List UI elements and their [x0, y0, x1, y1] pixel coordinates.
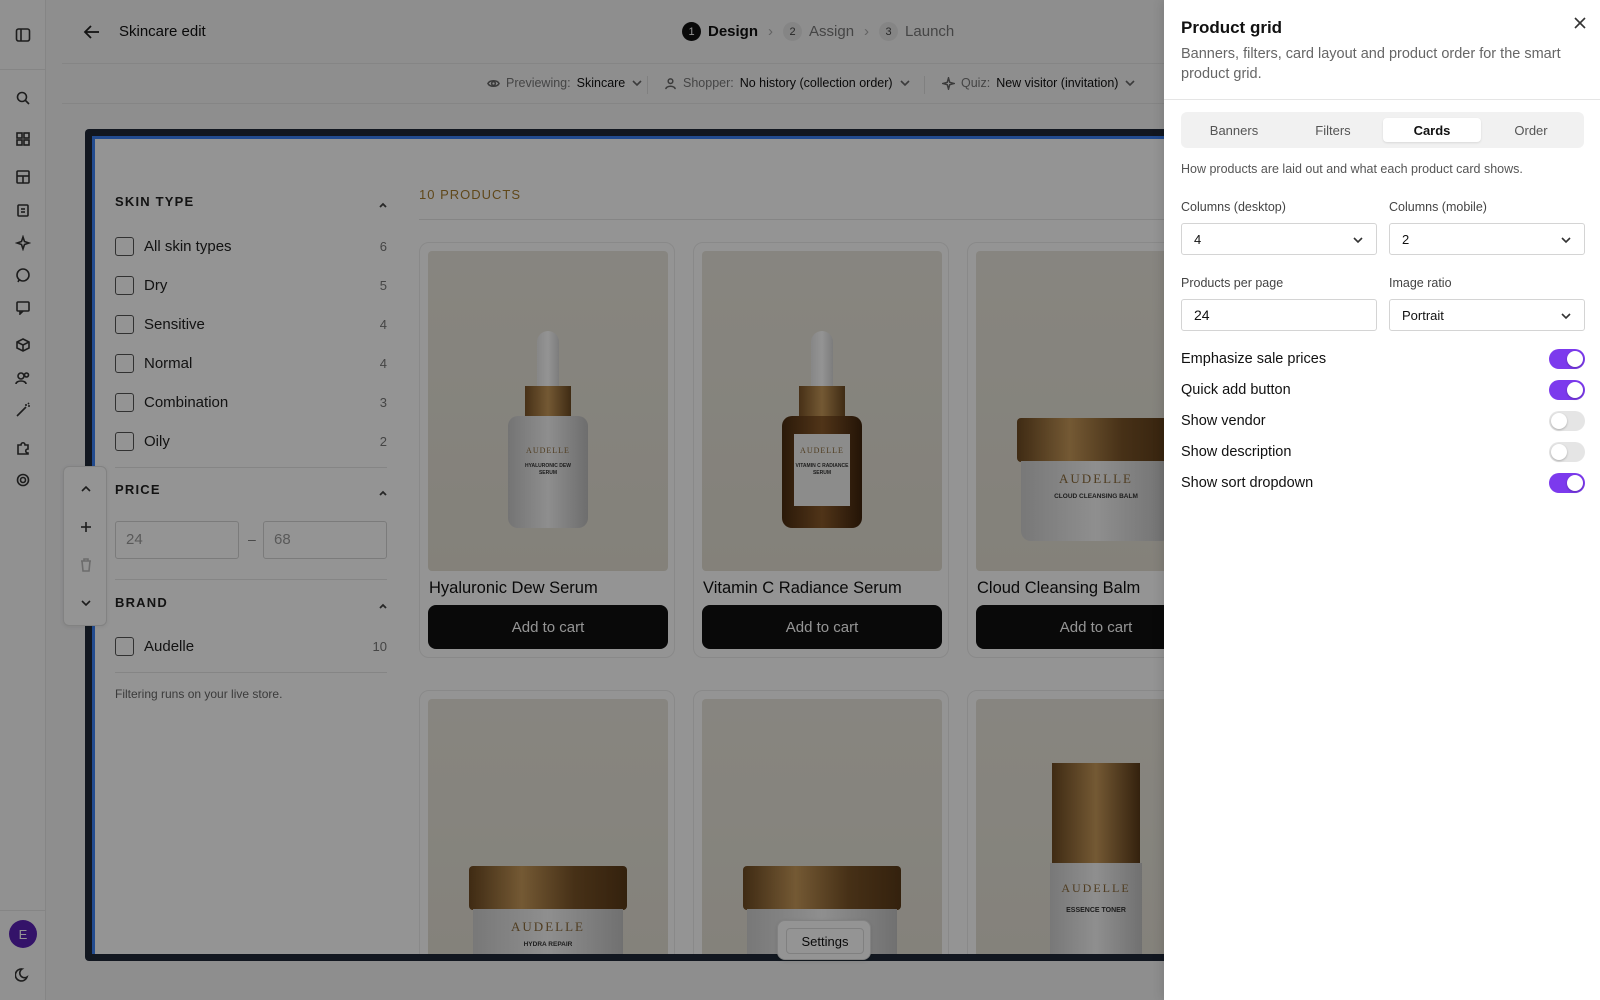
tab-filters[interactable]: Filters — [1284, 118, 1382, 142]
toggle-row: Show description — [1181, 442, 1585, 464]
columns-desktop-select[interactable]: 4 — [1181, 223, 1377, 255]
tab-banners[interactable]: Banners — [1185, 118, 1283, 142]
chevron-down-icon — [1560, 310, 1572, 322]
show-vendor-toggle[interactable] — [1549, 411, 1585, 431]
product-grid-panel: Product grid Banners, filters, card layo… — [1164, 0, 1600, 1000]
toggle-row: Quick add button — [1181, 380, 1585, 402]
emphasize-sale-prices-toggle[interactable] — [1549, 349, 1585, 369]
toggle-row: Show vendor — [1181, 411, 1585, 433]
chevron-down-icon — [1352, 234, 1364, 246]
tab-description: How products are laid out and what each … — [1181, 162, 1523, 176]
image-ratio-select[interactable]: Portrait — [1389, 299, 1585, 331]
chevron-down-icon — [1560, 234, 1572, 246]
tab-order[interactable]: Order — [1482, 118, 1580, 142]
toggle-row: Show sort dropdown — [1181, 473, 1585, 495]
panel-subtitle: Banners, filters, card layout and produc… — [1181, 46, 1561, 82]
panel-tabs: Banners Filters Cards Order — [1181, 112, 1584, 148]
columns-mobile-select[interactable]: 2 — [1389, 223, 1585, 255]
quick-add-toggle[interactable] — [1549, 380, 1585, 400]
close-icon[interactable] — [1573, 16, 1587, 30]
show-sort-dropdown-toggle[interactable] — [1549, 473, 1585, 493]
tab-cards[interactable]: Cards — [1383, 118, 1481, 142]
panel-title: Product grid — [1181, 18, 1283, 37]
show-description-toggle[interactable] — [1549, 442, 1585, 462]
products-per-page-input[interactable]: 24 — [1181, 299, 1377, 331]
toggle-row: Emphasize sale prices — [1181, 349, 1585, 371]
modal-backdrop[interactable] — [0, 0, 1164, 1000]
